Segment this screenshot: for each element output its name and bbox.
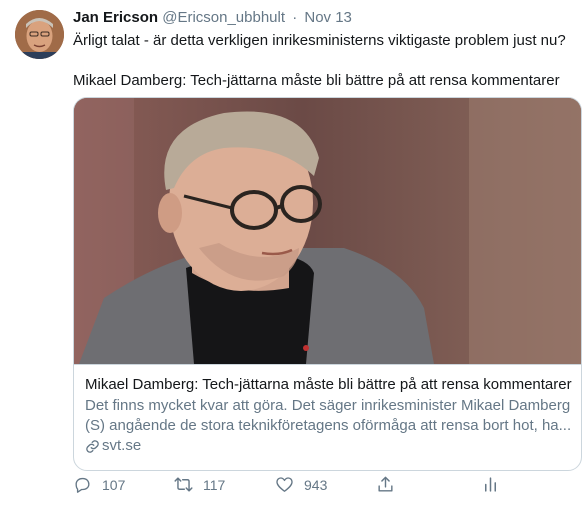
tweet-header: Jan Ericson @Ericson_ubbhult · Nov 13 (73, 8, 581, 28)
retweet-icon (174, 475, 193, 494)
avatar[interactable] (15, 10, 64, 59)
link-icon (85, 439, 100, 454)
card-domain[interactable]: svt.se (85, 436, 570, 456)
separator-dot: · (292, 9, 298, 26)
share-button[interactable] (376, 475, 395, 494)
tweet-date[interactable]: Nov 13 (304, 9, 352, 26)
like-button[interactable]: 943 (275, 475, 327, 494)
author-name[interactable]: Jan Ericson (73, 9, 158, 26)
retweet-button[interactable]: 117 (174, 475, 225, 494)
reply-icon (73, 475, 92, 494)
reply-count: 107 (102, 476, 126, 493)
tweet[interactable]: Jan Ericson @Ericson_ubbhult · Nov 13 Är… (0, 0, 588, 505)
card-description-line-1: Det finns mycket kvar att göra. Det säge… (85, 397, 570, 414)
heart-icon (275, 475, 294, 494)
like-count: 943 (304, 476, 328, 493)
retweet-count: 117 (203, 476, 226, 493)
analytics-button[interactable] (481, 475, 500, 494)
tweet-text-line-1: Ärligt talat - är detta verkligen inrike… (73, 32, 566, 49)
card-image[interactable] (74, 98, 581, 364)
reply-button[interactable]: 107 (73, 475, 125, 494)
author-handle[interactable]: @Ericson_ubbhult (162, 9, 285, 26)
link-card[interactable]: Mikael Damberg: Tech-jättarna måste bli … (73, 97, 582, 471)
card-description-line-2: (S) angående de stora teknikföretagens o… (85, 417, 570, 434)
tweet-text-line-2: Mikael Damberg: Tech-jättarna måste bli … (73, 72, 560, 89)
share-icon (376, 475, 395, 494)
card-title[interactable]: Mikael Damberg: Tech-jättarna måste bli … (85, 375, 572, 395)
tweet-content: Jan Ericson @Ericson_ubbhult · Nov 13 Är… (73, 8, 582, 471)
card-body: Mikael Damberg: Tech-jättarna måste bli … (74, 364, 581, 456)
tweet-actions: 107 117 943 (73, 475, 513, 499)
analytics-icon (481, 475, 500, 494)
card-domain-label: svt.se (102, 437, 142, 454)
